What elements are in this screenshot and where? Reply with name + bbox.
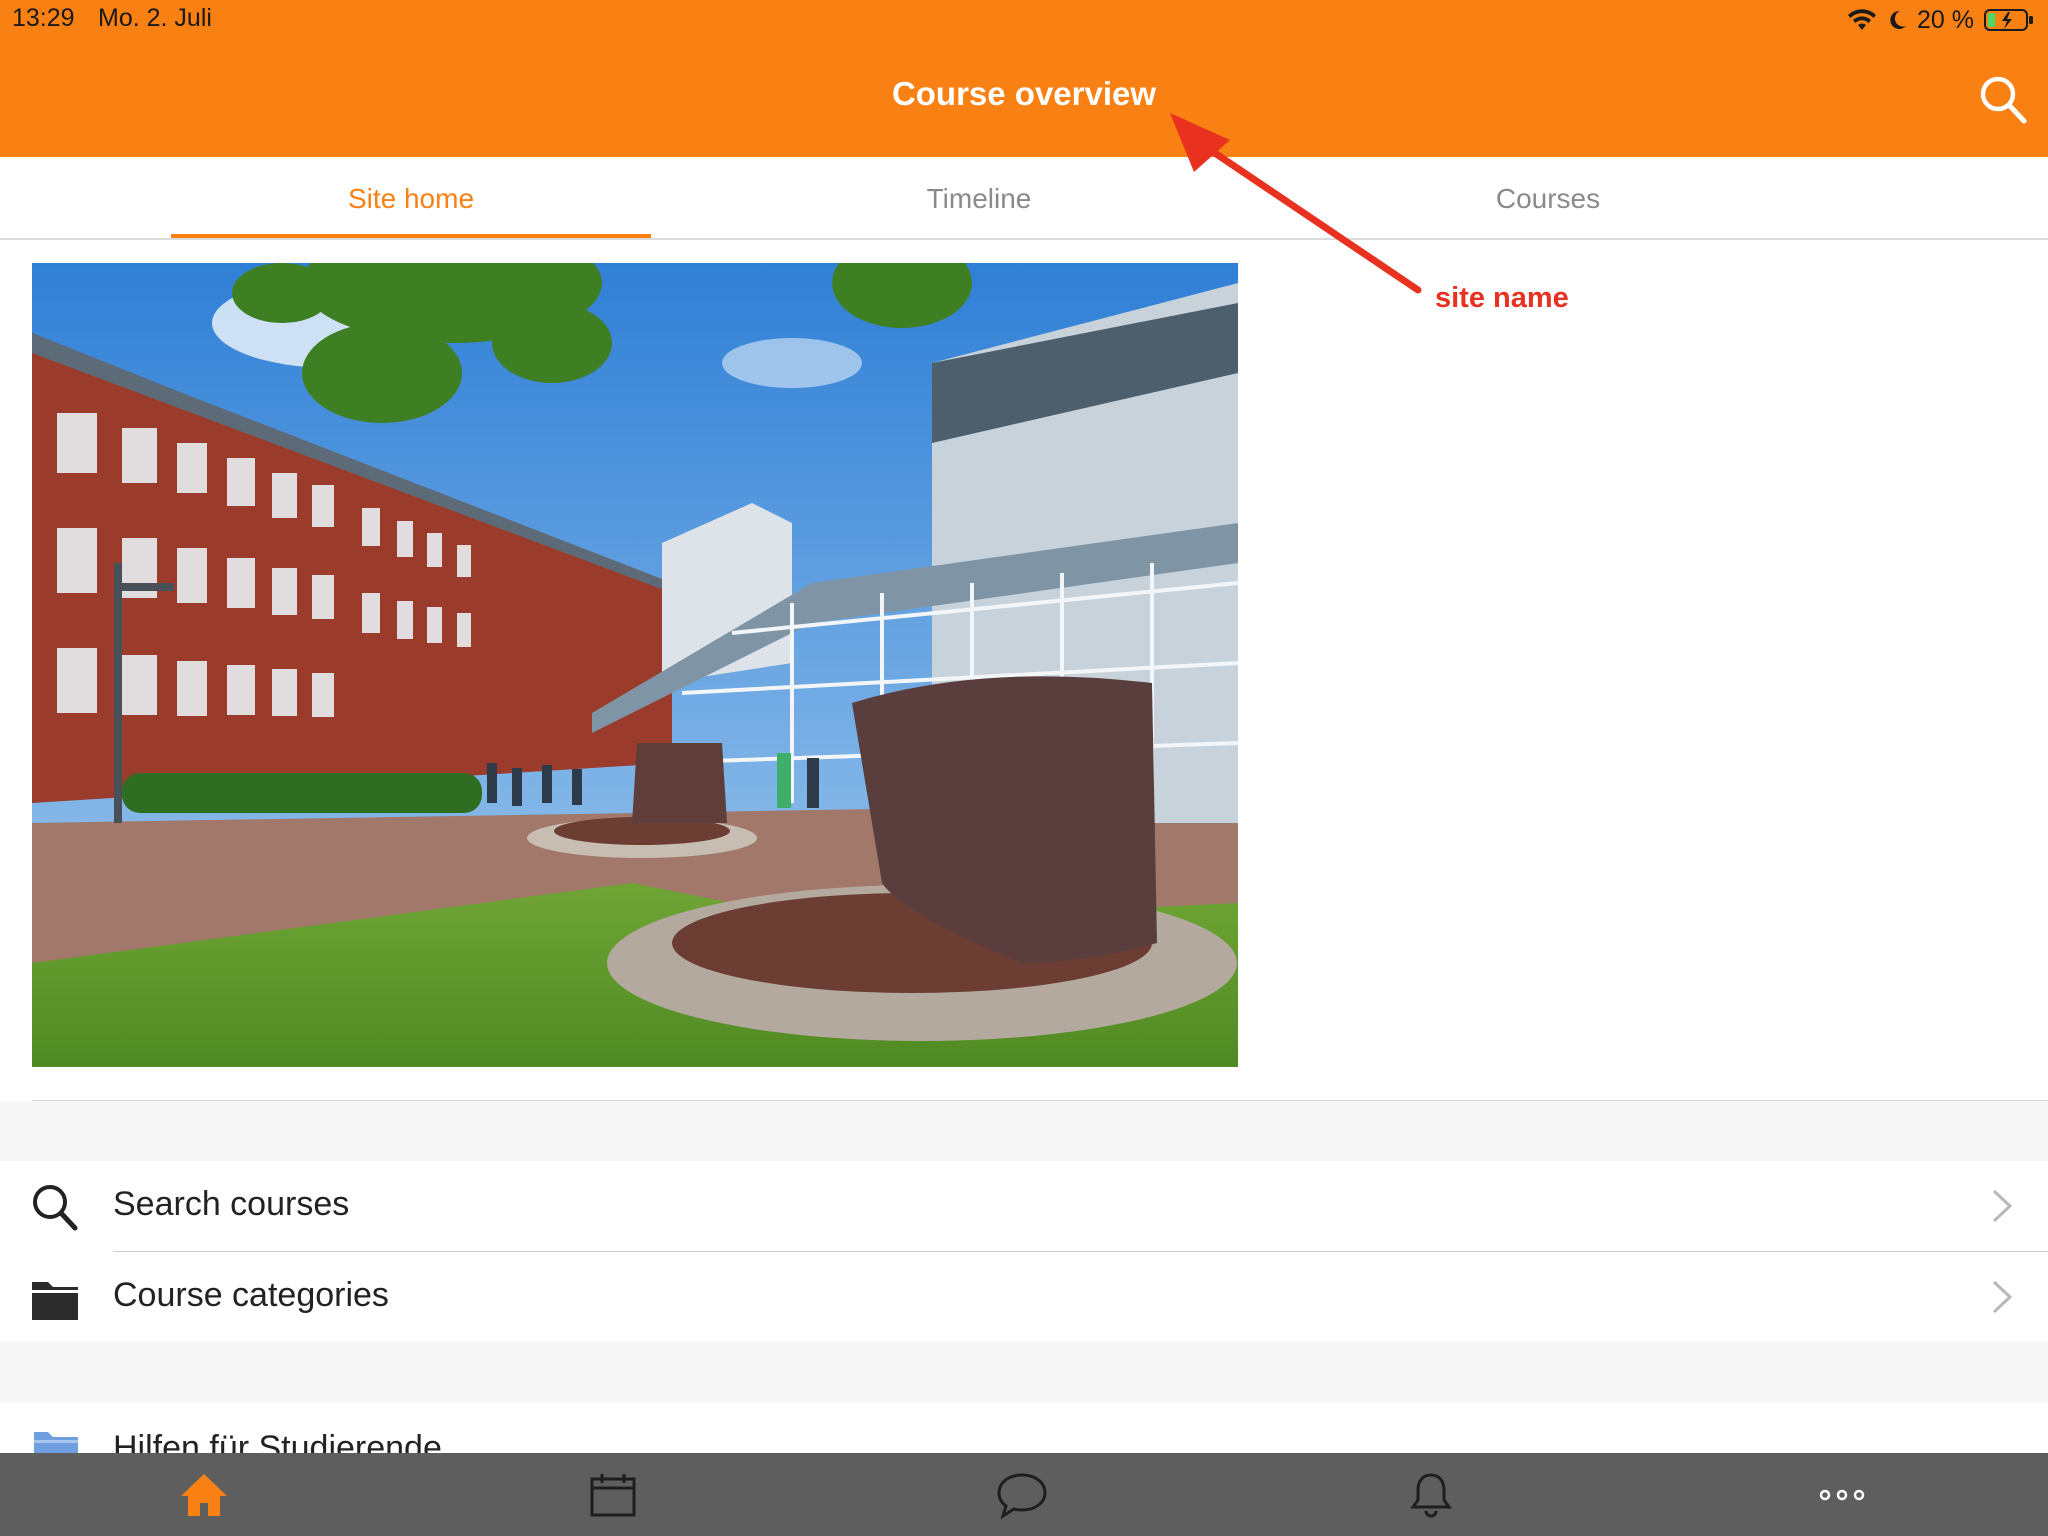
search-courses-item[interactable]: Search courses [0, 1161, 2048, 1251]
course-item-label: Hilfen für Studierende [113, 1429, 442, 1453]
app-header: 13:29 Mo. 2. Juli 20 % Course overview [0, 0, 2048, 157]
site-home-image [32, 263, 1238, 1067]
annotation-label: site name [1435, 282, 1569, 314]
search-icon [33, 1185, 78, 1231]
page-title: Course overview [891, 75, 1157, 112]
nav-calendar[interactable] [568, 1453, 658, 1536]
moon-icon [1890, 10, 1907, 29]
chevron-right-icon [1992, 1280, 2013, 1314]
course-categories-label: Course categories [113, 1276, 389, 1314]
course-categories-item[interactable]: Course categories [0, 1252, 2048, 1342]
section-spacer [0, 1341, 2048, 1403]
more-icon [1819, 1489, 1865, 1500]
bottom-nav [0, 1453, 2048, 1536]
calendar-icon [590, 1473, 636, 1516]
header-search-button[interactable] [1978, 74, 2028, 126]
tab-bar: Site home Timeline Courses [0, 157, 2048, 240]
status-icons: 20 % [1847, 4, 2034, 36]
tab-site-home[interactable]: Site home [171, 157, 651, 240]
battery-charging-icon [1984, 9, 2033, 31]
course-item-hilfen[interactable]: Hilfen für Studierende [0, 1403, 2048, 1453]
active-tab-indicator [171, 234, 651, 238]
chevron-right-icon [1992, 1189, 2013, 1223]
search-icon [1980, 76, 2027, 124]
nav-notifications[interactable] [1386, 1453, 1476, 1536]
chat-icon [997, 1472, 1047, 1519]
folder-icon [32, 1282, 78, 1320]
tab-timeline[interactable]: Timeline [739, 157, 1219, 240]
status-time: 13:29 [12, 4, 75, 32]
home-icon [181, 1473, 227, 1516]
search-courses-label: Search courses [113, 1185, 350, 1223]
bell-icon [1410, 1472, 1452, 1517]
battery-percent: 20 % [1917, 5, 1974, 34]
status-date: Mo. 2. Juli [98, 4, 212, 32]
nav-home[interactable] [159, 1453, 249, 1536]
nav-more[interactable] [1797, 1453, 1887, 1536]
wifi-icon [1848, 9, 1877, 30]
tab-courses[interactable]: Courses [1308, 157, 1788, 240]
folder-icon [34, 1432, 78, 1453]
section-spacer [0, 1101, 2048, 1161]
nav-messages[interactable] [977, 1453, 1067, 1536]
